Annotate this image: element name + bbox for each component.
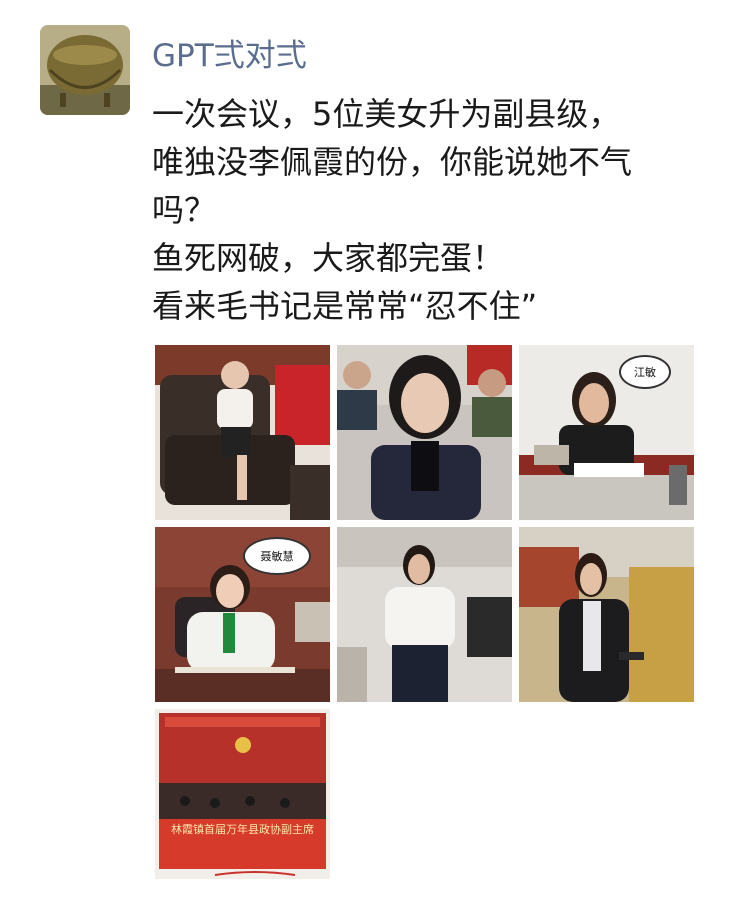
post-text: 一次会议，5位美女升为副县级， 唯独没李佩霞的份，你能说她不气 吗？ 鱼死网破，… <box>152 90 742 330</box>
photo-image <box>337 527 512 702</box>
photo-thumbnail-1[interactable] <box>155 345 330 520</box>
avatar[interactable] <box>40 25 130 115</box>
speech-bubble: 江敏 <box>619 355 671 389</box>
image-grid: 江敏 聂敏慧 林霞镇首届万年县政协副主席 <box>155 345 698 879</box>
photo-image <box>337 345 512 520</box>
photo-image <box>155 345 330 520</box>
photo-image <box>519 527 694 702</box>
post-line-5: 看来毛书记是常常“忍不住” <box>152 287 538 325</box>
post-line-4: 鱼死网破，大家都完蛋！ <box>152 239 505 277</box>
bronze-cauldron-icon <box>40 25 130 115</box>
post-line-2: 唯独没李佩霞的份，你能说她不气 <box>152 143 633 181</box>
author-name[interactable]: GPT弍对弍 <box>152 30 307 75</box>
post-line-1: 一次会议，5位美女升为副县级， <box>152 95 621 133</box>
photo-thumbnail-3[interactable]: 江敏 <box>519 345 694 520</box>
speech-bubble: 聂敏慧 <box>243 537 311 575</box>
photo-thumbnail-2[interactable] <box>337 345 512 520</box>
photo-thumbnail-4[interactable]: 聂敏慧 <box>155 527 330 702</box>
news-banner: 林霞镇首届万年县政协副主席 <box>159 819 326 869</box>
photo-thumbnail-6[interactable] <box>519 527 694 702</box>
post-line-3: 吗？ <box>152 191 217 229</box>
photo-thumbnail-5[interactable] <box>337 527 512 702</box>
photo-thumbnail-7[interactable]: 林霞镇首届万年县政协副主席 <box>155 709 330 879</box>
